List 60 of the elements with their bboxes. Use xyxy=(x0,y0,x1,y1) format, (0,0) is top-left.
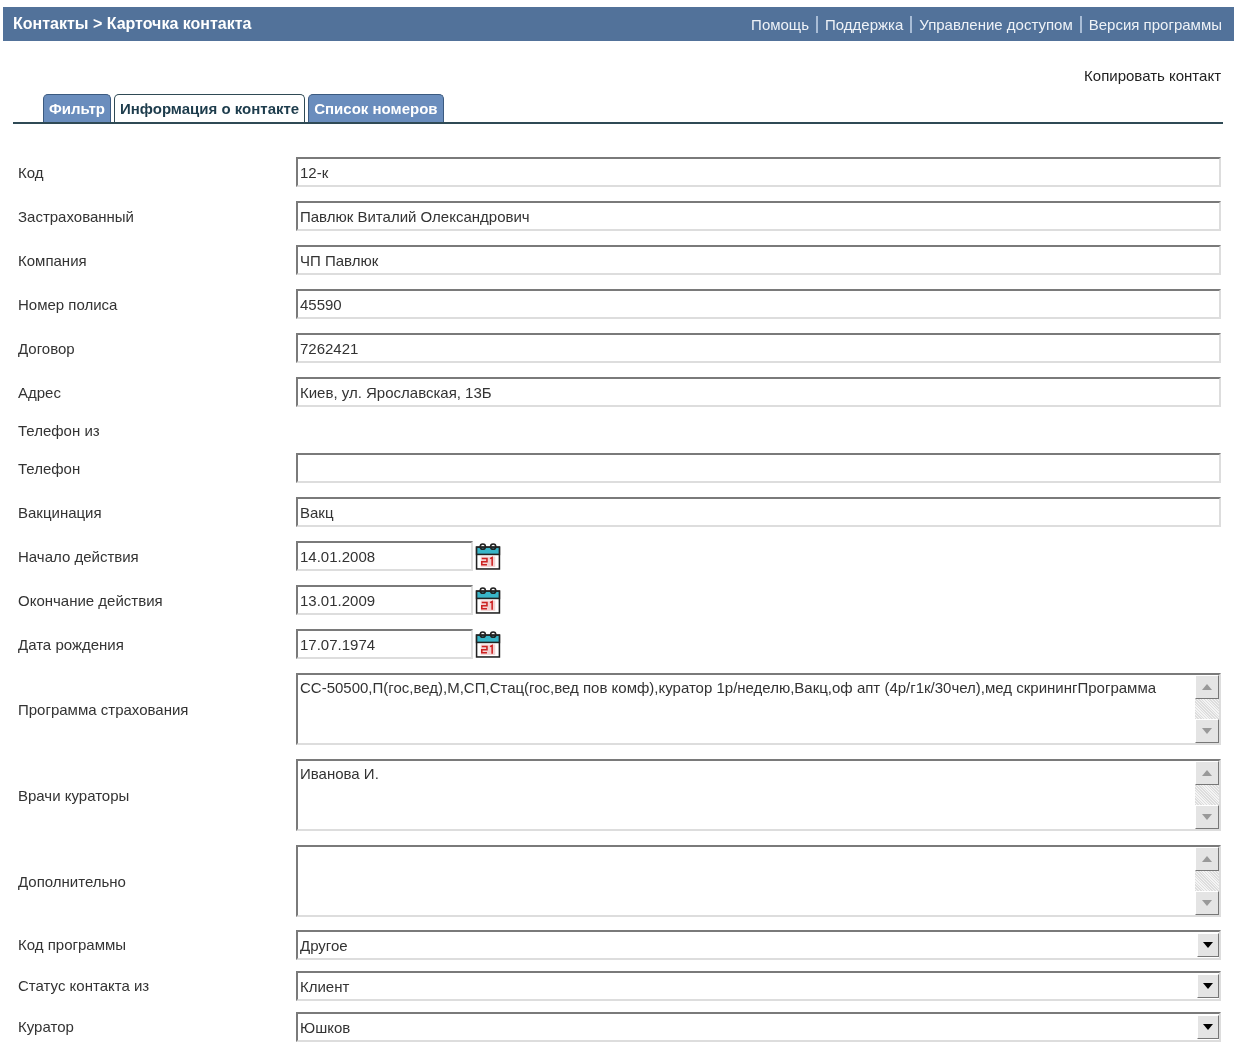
text-area[interactable]: Иванова И. xyxy=(296,759,1221,831)
field-label: Телефон xyxy=(18,459,82,477)
field-label: Куратор xyxy=(18,1018,75,1035)
date-field[interactable]: 13.01.2009 xyxy=(296,585,473,615)
text-field[interactable]: Киев, ул. Ярославская, 13Б xyxy=(296,377,1221,407)
scroll-up-button[interactable] xyxy=(1195,761,1219,785)
field-label: Телефон из xyxy=(18,421,101,439)
field-label: Код xyxy=(18,163,45,181)
calendar-icon[interactable] xyxy=(475,630,501,658)
up-arrow-icon xyxy=(1202,684,1212,690)
field-label: Дополнительно xyxy=(18,872,127,890)
field-label: Врачи кураторы xyxy=(18,786,131,804)
field-label: Дата рождения xyxy=(18,635,125,653)
text-field[interactable]: 7262421 xyxy=(296,333,1221,363)
field-label: Адрес xyxy=(18,383,62,401)
header-link[interactable]: Версия программы xyxy=(1088,15,1222,33)
field-label: Компания xyxy=(18,251,88,269)
field-label: Статус контакта из xyxy=(18,977,151,994)
scrollbar[interactable] xyxy=(1195,847,1219,915)
dropdown[interactable]: Юшков xyxy=(296,1011,1221,1042)
text-field[interactable]: Павлюк Виталий Олександрович xyxy=(296,201,1221,231)
text-field[interactable]: Вакц xyxy=(296,497,1221,527)
down-arrow-icon xyxy=(1202,814,1212,820)
field-label: Программа страхования xyxy=(18,700,190,718)
field-label: Номер полиса xyxy=(18,295,119,313)
header-link[interactable]: Поддержка xyxy=(825,15,904,33)
scrollbar[interactable] xyxy=(1195,675,1219,743)
field-label: Код программы xyxy=(18,936,128,953)
scrollbar[interactable] xyxy=(1195,761,1219,829)
header-link[interactable]: Управление доступом xyxy=(919,15,1073,33)
header-link[interactable]: Помощь xyxy=(751,15,810,33)
down-arrow-icon xyxy=(1202,900,1212,906)
calendar-icon[interactable] xyxy=(475,586,501,614)
date-field[interactable]: 14.01.2008 xyxy=(296,541,473,571)
field-label: Окончание действия xyxy=(18,591,164,609)
tab[interactable]: Информация о контакте xyxy=(113,94,306,122)
calendar-icon[interactable] xyxy=(475,542,501,570)
field-label: Застрахованный xyxy=(18,207,135,225)
text-field[interactable]: 12-к xyxy=(296,157,1221,187)
scroll-down-button[interactable] xyxy=(1195,719,1219,743)
breadcrumb: Контакты > Карточка контакта xyxy=(13,15,252,33)
up-arrow-icon xyxy=(1202,770,1212,776)
text-field[interactable]: ЧП Павлюк xyxy=(296,245,1221,275)
date-field[interactable]: 17.07.1974 xyxy=(296,629,473,659)
field-label: Начало действия xyxy=(18,547,140,565)
scroll-down-button[interactable] xyxy=(1195,891,1219,915)
field-label: Договор xyxy=(18,339,76,357)
scroll-up-button[interactable] xyxy=(1195,675,1219,699)
text-field[interactable] xyxy=(296,453,1221,483)
field-label: Вакцинация xyxy=(18,503,103,521)
text-area[interactable] xyxy=(296,845,1221,917)
down-arrow-icon xyxy=(1202,728,1212,734)
dropdown[interactable]: Клиент xyxy=(296,970,1221,1001)
text-area[interactable]: СС-50500,П(гос,вед),М,СП,Стац(гос,вед пов комф),куратор 1р/неделю,Вакц,оф апт (4р/г1к/30чел),мед скринингПрограмма xyxy=(296,673,1221,745)
scroll-up-button[interactable] xyxy=(1195,847,1219,871)
up-arrow-icon xyxy=(1202,856,1212,862)
dropdown[interactable]: Другое xyxy=(296,929,1221,960)
scroll-down-button[interactable] xyxy=(1195,805,1219,829)
text-field[interactable]: 45590 xyxy=(296,289,1221,319)
copy-contact-link[interactable]: Копировать контакт xyxy=(1084,67,1221,84)
